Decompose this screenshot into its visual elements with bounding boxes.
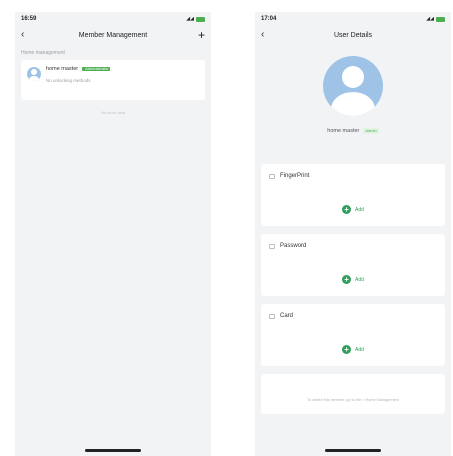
card-header: Card (261, 304, 445, 319)
delete-member-section: To delete this member, go to the > Home … (261, 374, 445, 414)
member-list-item[interactable]: home master Administrator No unlocking m… (21, 60, 205, 100)
user-details-screen: 17:04 ◢◢ ‹ User Details home master Admi… (255, 12, 451, 456)
fingerprint-title: FingerPrint (280, 173, 310, 179)
signal-icon: ◢◢ (426, 16, 434, 22)
nav-bar: ‹ User Details (255, 26, 451, 44)
member-name-row: home master Administrator (46, 66, 199, 72)
page-title: User Details (333, 31, 373, 39)
page-title: Member Management (78, 31, 148, 39)
add-label: Add (355, 276, 364, 283)
credential-icon (269, 243, 275, 249)
role-badge: Admin (363, 128, 379, 134)
add-password-button[interactable]: + Add (261, 275, 445, 284)
fingerprint-header: FingerPrint (261, 164, 445, 179)
status-icons: ◢◢ (186, 16, 205, 22)
home-indicator (85, 449, 141, 452)
password-header: Password (261, 234, 445, 249)
add-label: Add (355, 346, 364, 353)
delete-member-note: To delete this member, go to the > Home … (307, 398, 399, 402)
status-bar: 17:04 ◢◢ (255, 12, 451, 26)
status-bar: 16:59 ◢◢ (15, 12, 211, 26)
add-fingerprint-button[interactable]: + Add (261, 205, 445, 214)
user-avatar[interactable] (323, 56, 383, 116)
section-caption: Home management (21, 50, 65, 56)
battery-icon (436, 16, 445, 22)
plus-circle-icon: + (342, 345, 352, 354)
member-management-screen: 16:59 ◢◢ ‹ Member Management + Home mana… (15, 12, 211, 456)
list-footer: No more data (100, 110, 126, 115)
status-time: 17:04 (261, 16, 277, 22)
credential-icon (269, 313, 275, 319)
member-unlock-status: No unlocking methods (46, 78, 91, 83)
card-card: Card + Add (261, 304, 445, 366)
back-icon[interactable]: ‹ (261, 30, 275, 40)
avatar (27, 67, 41, 81)
role-badge: Administrator (82, 67, 111, 71)
nav-bar: ‹ Member Management + (15, 26, 211, 44)
password-title: Password (280, 243, 307, 249)
member-name: home master (46, 66, 79, 72)
password-card: Password + Add (261, 234, 445, 296)
card-title: Card (280, 313, 294, 319)
credential-icon (269, 173, 275, 179)
fingerprint-card: FingerPrint + Add (261, 164, 445, 226)
add-label: Add (355, 206, 364, 213)
plus-circle-icon: + (342, 275, 352, 284)
profile-name-row: home master Admin (327, 128, 379, 134)
home-indicator (325, 449, 381, 452)
profile-header: home master Admin (255, 44, 451, 156)
member-info: home master Administrator No unlocking m… (46, 66, 199, 83)
plus-circle-icon: + (342, 205, 352, 214)
battery-icon (196, 16, 205, 22)
status-time: 16:59 (21, 16, 37, 22)
signal-icon: ◢◢ (186, 16, 194, 22)
add-card-button[interactable]: + Add (261, 345, 445, 354)
status-icons: ◢◢ (426, 16, 445, 22)
user-name: home master (327, 128, 360, 134)
add-member-icon[interactable]: + (191, 29, 205, 41)
back-icon[interactable]: ‹ (21, 30, 35, 40)
